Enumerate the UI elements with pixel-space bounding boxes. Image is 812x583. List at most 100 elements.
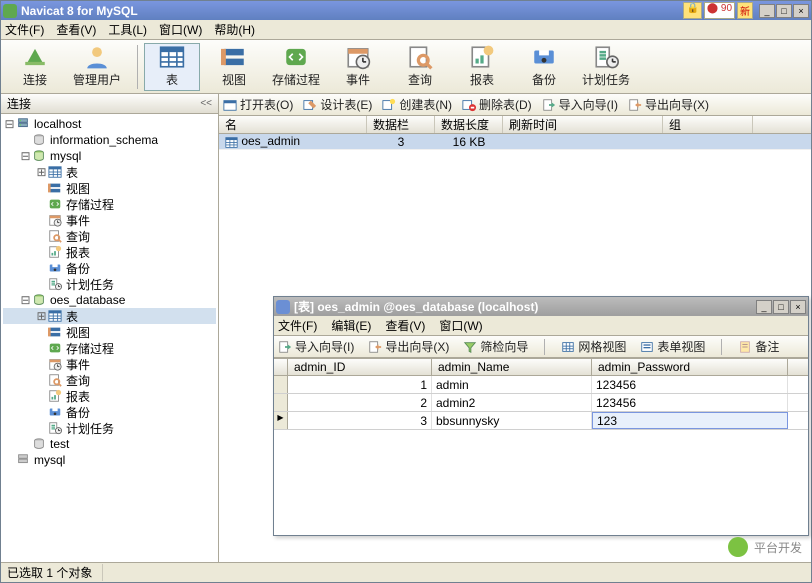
- child-menu-item[interactable]: 文件(F): [278, 317, 317, 334]
- tree-item[interactable]: ⊞表: [3, 308, 216, 324]
- child-titlebar[interactable]: [表] oes_admin @oes_database (localhost) …: [274, 297, 808, 316]
- tree-item[interactable]: ⊟localhost: [3, 116, 216, 132]
- menu-item[interactable]: 工具(L): [108, 21, 147, 38]
- cell-admin-name[interactable]: admin: [432, 376, 592, 393]
- menu-item[interactable]: 窗口(W): [159, 21, 202, 38]
- tool-backup[interactable]: 备份: [516, 43, 572, 91]
- grid-column-header[interactable]: admin_Name: [432, 359, 592, 375]
- tree-item[interactable]: ⊟oes_database: [3, 292, 216, 308]
- tree-item[interactable]: 报表: [3, 388, 216, 404]
- subtool-import[interactable]: 导入向导(I): [542, 96, 618, 113]
- tool-view[interactable]: 视图: [206, 43, 262, 91]
- cell-admin-name[interactable]: admin2: [432, 394, 592, 411]
- minimize-button[interactable]: _: [759, 4, 775, 18]
- cell-admin-password[interactable]: 123: [592, 412, 788, 429]
- subtool-label: 设计表(E): [320, 96, 372, 113]
- tree-twisty[interactable]: ⊞: [35, 309, 48, 323]
- table-row[interactable]: oes_admin316 KB: [219, 134, 811, 150]
- tree-item[interactable]: 存储过程: [3, 196, 216, 212]
- tool-connect[interactable]: 连接: [7, 43, 63, 91]
- tree-item[interactable]: 事件: [3, 356, 216, 372]
- tree-item[interactable]: 计划任务: [3, 276, 216, 292]
- childtool-memo[interactable]: 备注: [738, 338, 779, 355]
- tree-item[interactable]: 查询: [3, 228, 216, 244]
- tree-item[interactable]: 视图: [3, 324, 216, 340]
- menu-item[interactable]: 帮助(H): [214, 21, 255, 38]
- tree-item[interactable]: 报表: [3, 244, 216, 260]
- menu-item[interactable]: 文件(F): [5, 21, 44, 38]
- childtool-grid[interactable]: 网格视图: [561, 338, 626, 355]
- tables-icon: [48, 309, 62, 323]
- tree-label: mysql: [48, 149, 83, 163]
- subtool-new[interactable]: 创建表(N): [382, 96, 452, 113]
- tool-report[interactable]: 报表: [454, 43, 510, 91]
- tool-proc[interactable]: 存储过程: [268, 43, 324, 91]
- tree-item[interactable]: 存储过程: [3, 340, 216, 356]
- tree-item[interactable]: 事件: [3, 212, 216, 228]
- tool-event[interactable]: 事件: [330, 43, 386, 91]
- grid-body[interactable]: 1admin1234562admin21234563bbsunnysky123: [274, 376, 808, 535]
- column-header[interactable]: 刷新时间: [503, 116, 663, 133]
- cell-admin-id[interactable]: 1: [288, 376, 432, 393]
- column-header[interactable]: 数据栏: [367, 116, 435, 133]
- cell-admin-id[interactable]: 3: [288, 412, 432, 429]
- child-minimize-button[interactable]: _: [756, 300, 772, 314]
- tree-item[interactable]: 备份: [3, 260, 216, 276]
- tool-schedule[interactable]: 计划任务: [578, 43, 634, 91]
- menu-item[interactable]: 查看(V): [56, 21, 96, 38]
- tree-twisty[interactable]: ⊟: [19, 293, 32, 307]
- del-icon: [462, 98, 476, 112]
- subtool-del[interactable]: 删除表(D): [462, 96, 532, 113]
- close-button[interactable]: ×: [793, 4, 809, 18]
- cell-admin-name[interactable]: bbsunnysky: [432, 412, 592, 429]
- tree-item[interactable]: 计划任务: [3, 420, 216, 436]
- connection-tree[interactable]: ⊟localhostinformation_schema⊟mysql⊞表视图存储…: [1, 114, 218, 562]
- childtool-form[interactable]: 表单视图: [640, 338, 705, 355]
- grid-column-header[interactable]: admin_ID: [288, 359, 432, 375]
- titlebar[interactable]: Navicat 8 for MySQL 🔒⬤ 90新 _ □ ×: [1, 1, 811, 20]
- tool-table[interactable]: 表: [144, 43, 200, 91]
- childtool-filter[interactable]: 筛检向导: [463, 338, 528, 355]
- tool-query[interactable]: 查询: [392, 43, 448, 91]
- tree-item[interactable]: ⊞表: [3, 164, 216, 180]
- tree-item[interactable]: mysql: [3, 452, 216, 468]
- subtool-open[interactable]: 打开表(O): [223, 96, 293, 113]
- column-header[interactable]: 组: [663, 116, 753, 133]
- child-menu-item[interactable]: 窗口(W): [439, 317, 482, 334]
- tool-label: 存储过程: [272, 71, 320, 88]
- tool-users[interactable]: 管理用户: [69, 43, 125, 91]
- tool-label: 事件: [346, 71, 370, 88]
- tree-twisty[interactable]: ⊟: [19, 149, 32, 163]
- child-close-button[interactable]: ×: [790, 300, 806, 314]
- tree-item[interactable]: ⊟ mysql: [3, 148, 216, 164]
- subtool-export[interactable]: 导出向导(X): [628, 96, 709, 113]
- new-icon: [382, 98, 396, 112]
- child-restore-button[interactable]: □: [773, 300, 789, 314]
- cell-admin-id[interactable]: 2: [288, 394, 432, 411]
- column-header[interactable]: 数据长度: [435, 116, 503, 133]
- table-header: 名数据栏数据长度刷新时间组: [219, 116, 811, 134]
- tree-item[interactable]: 视图: [3, 180, 216, 196]
- childtool-export[interactable]: 导出向导(X): [368, 338, 449, 355]
- table-data-window[interactable]: [表] oes_admin @oes_database (localhost) …: [273, 296, 809, 536]
- tree-item[interactable]: information_schema: [3, 132, 216, 148]
- tree-item[interactable]: test: [3, 436, 216, 452]
- tree-item[interactable]: 查询: [3, 372, 216, 388]
- grid-column-header[interactable]: admin_Password: [592, 359, 788, 375]
- pane-collapse-icon[interactable]: <<: [200, 98, 212, 109]
- tree-twisty[interactable]: ⊞: [35, 165, 48, 179]
- tree-twisty[interactable]: ⊟: [3, 117, 16, 131]
- childtool-import[interactable]: 导入向导(I): [278, 338, 354, 355]
- cell-admin-password[interactable]: 123456: [592, 376, 788, 393]
- child-window-buttons: _ □ ×: [756, 300, 806, 314]
- child-menu-item[interactable]: 编辑(E): [331, 317, 371, 334]
- grid-row[interactable]: 1admin123456: [274, 376, 808, 394]
- restore-button[interactable]: □: [776, 4, 792, 18]
- subtool-design[interactable]: 设计表(E): [303, 96, 372, 113]
- cell-admin-password[interactable]: 123456: [592, 394, 788, 411]
- grid-row[interactable]: 3bbsunnysky123: [274, 412, 808, 430]
- tree-item[interactable]: 备份: [3, 404, 216, 420]
- column-header[interactable]: 名: [219, 116, 367, 133]
- child-menu-item[interactable]: 查看(V): [385, 317, 425, 334]
- grid-row[interactable]: 2admin2123456: [274, 394, 808, 412]
